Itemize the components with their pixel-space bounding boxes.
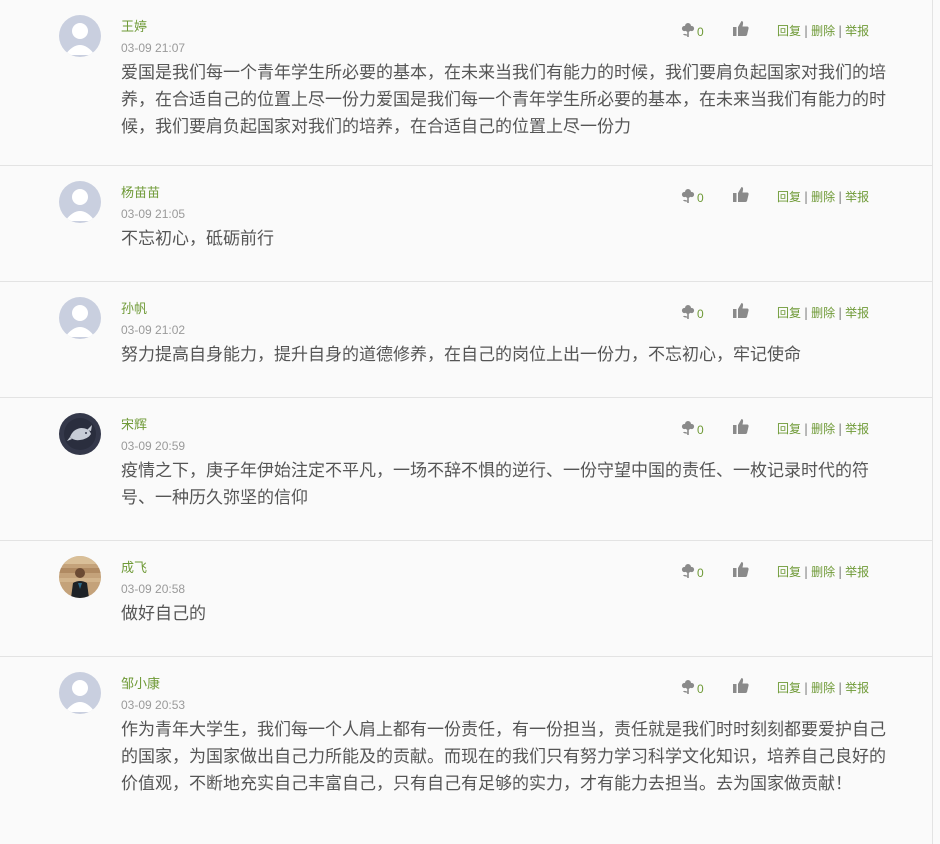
delete-link[interactable]: 删除 (811, 681, 835, 695)
report-link[interactable]: 举报 (845, 565, 869, 579)
author-name[interactable]: 孙帆 (121, 301, 147, 319)
like-button[interactable] (733, 302, 749, 319)
flower-count: 0 (697, 566, 704, 580)
separator: | (838, 681, 843, 695)
avatar[interactable] (59, 15, 101, 57)
separator: | (804, 24, 809, 38)
flower-count: 0 (697, 25, 704, 39)
flower-icon (681, 189, 695, 203)
comment-text: 不忘初心，砥砺前行 (121, 229, 274, 249)
avatar[interactable] (59, 556, 101, 598)
separator: | (838, 422, 843, 436)
separator: | (804, 190, 809, 204)
separator: | (804, 422, 809, 436)
like-button[interactable] (733, 561, 749, 578)
reply-link[interactable]: 回复 (777, 306, 801, 320)
comment-item: 杨苗苗 03-09 21:05 不忘初心，砥砺前行 0 回复 | 删除 | 举报 (0, 166, 932, 282)
avatar[interactable] (59, 413, 101, 455)
like-button[interactable] (733, 677, 749, 694)
comment-time: 03-09 21:07 (121, 41, 186, 55)
separator: | (838, 306, 843, 320)
comment-time: 03-09 21:05 (121, 207, 186, 221)
comment-time: 03-09 21:02 (121, 323, 186, 337)
flower-count: 0 (697, 191, 704, 205)
thumbs-up-icon (733, 21, 749, 36)
author-name[interactable]: 王婷 (121, 19, 147, 37)
comment-time: 03-09 20:53 (121, 698, 186, 712)
delete-link[interactable]: 删除 (811, 24, 835, 38)
flower-button[interactable]: 0 (681, 304, 707, 322)
delete-link[interactable]: 删除 (811, 565, 835, 579)
report-link[interactable]: 举报 (845, 190, 869, 204)
flower-icon (681, 564, 695, 578)
reply-link[interactable]: 回复 (777, 190, 801, 204)
flower-button[interactable]: 0 (681, 563, 707, 581)
report-link[interactable]: 举报 (845, 306, 869, 320)
like-button[interactable] (733, 186, 749, 203)
author-name[interactable]: 邹小康 (121, 676, 160, 694)
separator: | (838, 24, 843, 38)
comment-item: 孙帆 03-09 21:02 努力提高自身能力，提升自身的道德修养，在自己的岗位… (0, 282, 932, 398)
comment-actions: 回复 | 删除 | 举报 (777, 23, 869, 39)
reply-link[interactable]: 回复 (777, 681, 801, 695)
separator: | (838, 565, 843, 579)
report-link[interactable]: 举报 (845, 422, 869, 436)
report-link[interactable]: 举报 (845, 681, 869, 695)
comment-text: 努力提高自身能力，提升自身的道德修养，在自己的岗位上出一份力，不忘初心，牢记使命 (121, 345, 801, 365)
like-button[interactable] (733, 20, 749, 37)
flower-button[interactable]: 0 (681, 420, 707, 438)
author-name[interactable]: 宋辉 (121, 417, 147, 435)
flower-count: 0 (697, 423, 704, 437)
separator: | (838, 190, 843, 204)
avatar[interactable] (59, 297, 101, 339)
thumbs-up-icon (733, 303, 749, 318)
comment-text: 疫情之下，庚子年伊始注定不平凡，一场不辞不惧的逆行、一份守望中国的责任、一枚记录… (121, 461, 869, 508)
thumbs-up-icon (733, 187, 749, 202)
comment-item: 邹小康 03-09 20:53 作为青年大学生，我们每一个人肩上都有一份责任，有… (0, 657, 932, 844)
comment-item: 王婷 03-09 21:07 爱国是我们每一个青年学生所必要的基本，在未来当我们… (0, 0, 932, 166)
separator: | (804, 306, 809, 320)
thumbs-up-icon (733, 419, 749, 434)
author-name[interactable]: 杨苗苗 (121, 185, 160, 203)
comment-time: 03-09 20:58 (121, 582, 186, 596)
comment-item: 成飞 03-09 20:58 做好自己的 0 回复 | 删除 | 举报 (0, 541, 932, 657)
separator: | (804, 681, 809, 695)
comment-time: 03-09 20:59 (121, 439, 186, 453)
flower-icon (681, 421, 695, 435)
comment-actions: 回复 | 删除 | 举报 (777, 189, 869, 205)
avatar[interactable] (59, 672, 101, 714)
flower-icon (681, 305, 695, 319)
comment-actions: 回复 | 删除 | 举报 (777, 564, 869, 580)
thumbs-up-icon (733, 562, 749, 577)
reply-link[interactable]: 回复 (777, 565, 801, 579)
comment-actions: 回复 | 删除 | 举报 (777, 680, 869, 696)
flower-button[interactable]: 0 (681, 188, 707, 206)
flower-count: 0 (697, 682, 704, 696)
comment-text: 做好自己的 (121, 604, 206, 624)
comment-list: 王婷 03-09 21:07 爱国是我们每一个青年学生所必要的基本，在未来当我们… (0, 0, 933, 844)
flower-icon (681, 23, 695, 37)
like-button[interactable] (733, 418, 749, 435)
avatar[interactable] (59, 181, 101, 223)
comment-text: 作为青年大学生，我们每一个人肩上都有一份责任，有一份担当，责任就是我们时时刻刻都… (121, 720, 886, 794)
reply-link[interactable]: 回复 (777, 24, 801, 38)
delete-link[interactable]: 删除 (811, 306, 835, 320)
flower-button[interactable]: 0 (681, 679, 707, 697)
flower-icon (681, 680, 695, 694)
comment-actions: 回复 | 删除 | 举报 (777, 305, 869, 321)
separator: | (804, 565, 809, 579)
report-link[interactable]: 举报 (845, 24, 869, 38)
delete-link[interactable]: 删除 (811, 422, 835, 436)
reply-link[interactable]: 回复 (777, 422, 801, 436)
flower-button[interactable]: 0 (681, 22, 707, 40)
comment-text: 爱国是我们每一个青年学生所必要的基本，在未来当我们有能力的时候，我们要肩负起国家… (121, 63, 886, 137)
thumbs-up-icon (733, 678, 749, 693)
comment-item: 宋辉 03-09 20:59 疫情之下，庚子年伊始注定不平凡，一场不辞不惧的逆行… (0, 398, 932, 541)
author-name[interactable]: 成飞 (121, 560, 147, 578)
flower-count: 0 (697, 307, 704, 321)
delete-link[interactable]: 删除 (811, 190, 835, 204)
comment-actions: 回复 | 删除 | 举报 (777, 421, 869, 437)
